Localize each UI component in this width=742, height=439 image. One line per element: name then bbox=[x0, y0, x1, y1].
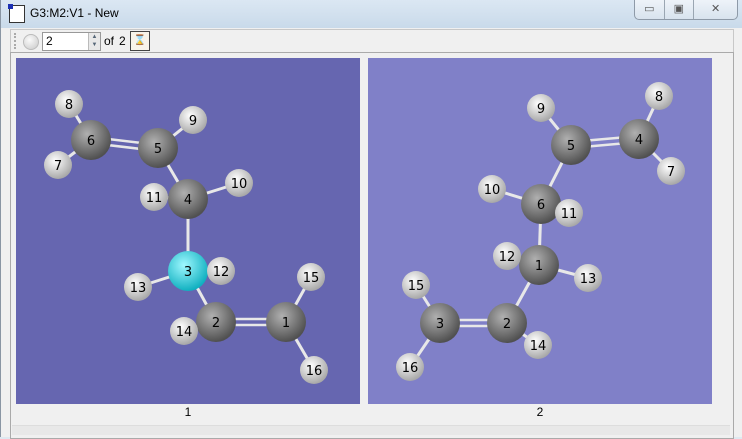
atom-label: 10 bbox=[484, 183, 501, 198]
atom-C-4[interactable]: 4 bbox=[619, 119, 659, 159]
atom-label: 8 bbox=[65, 98, 73, 113]
molecule-index-spinbox[interactable]: ▲▼ bbox=[42, 32, 101, 51]
atom-label: 14 bbox=[176, 325, 193, 340]
atom-label: 3 bbox=[184, 265, 192, 280]
atom-C-6[interactable]: 6 bbox=[521, 184, 561, 224]
minimize-button[interactable]: ▭ bbox=[635, 0, 665, 19]
panel-caption-1: 1 bbox=[184, 405, 192, 419]
atom-label: 5 bbox=[567, 139, 575, 154]
molecule-panel-1[interactable]: 12345678910111213141516 bbox=[16, 58, 360, 404]
atom-H-13[interactable]: 13 bbox=[574, 264, 602, 292]
atom-label: 2 bbox=[503, 317, 511, 332]
atom-label: 6 bbox=[87, 134, 95, 149]
atom-C-5[interactable]: 5 bbox=[138, 128, 178, 168]
atom-label: 9 bbox=[537, 102, 545, 117]
atom-C-2[interactable]: 2 bbox=[487, 303, 527, 343]
atom-label: 11 bbox=[146, 191, 163, 206]
atom-H-12[interactable]: 12 bbox=[493, 242, 521, 270]
atom-C-1[interactable]: 1 bbox=[266, 302, 306, 342]
atom-label: 11 bbox=[561, 207, 578, 222]
atom-label: 14 bbox=[530, 339, 547, 354]
atom-H-9[interactable]: 9 bbox=[527, 94, 555, 122]
atom-H-16[interactable]: 16 bbox=[300, 356, 328, 384]
atom-H-8[interactable]: 8 bbox=[55, 90, 83, 118]
atom-label: 10 bbox=[231, 177, 248, 192]
window-controls: ▭ ▣ ✕ bbox=[634, 0, 738, 20]
atom-label: 1 bbox=[535, 259, 543, 274]
atom-label: 4 bbox=[184, 193, 192, 208]
atom-H-15[interactable]: 15 bbox=[402, 271, 430, 299]
maximize-button[interactable]: ▣ bbox=[665, 0, 695, 19]
atom-label: 2 bbox=[212, 316, 220, 331]
atom-C-5[interactable]: 5 bbox=[551, 125, 591, 165]
atom-label: 9 bbox=[189, 114, 197, 129]
atom-H-11[interactable]: 11 bbox=[140, 183, 168, 211]
atom-label: 8 bbox=[655, 90, 663, 105]
panel-caption-2: 2 bbox=[536, 405, 544, 419]
title-bar: G3:M2:V1 - New ▭ ▣ ✕ bbox=[1, 0, 742, 28]
atom-H-15[interactable]: 15 bbox=[297, 263, 325, 291]
atom-H-14[interactable]: 14 bbox=[524, 331, 552, 359]
atom-H-7[interactable]: 7 bbox=[44, 151, 72, 179]
total-count: 2 bbox=[119, 34, 126, 48]
toolbar-grip[interactable] bbox=[14, 33, 19, 49]
atom-label: 15 bbox=[303, 271, 320, 286]
horizontal-scrollbar[interactable] bbox=[12, 425, 730, 435]
atom-label: 12 bbox=[499, 250, 516, 265]
atom-H-14[interactable]: 14 bbox=[170, 317, 198, 345]
atom-C-4[interactable]: 4 bbox=[168, 179, 208, 219]
atom-label: 1 bbox=[282, 316, 290, 331]
atom-N-3[interactable]: 3 bbox=[168, 251, 208, 291]
animate-button[interactable] bbox=[23, 34, 39, 50]
gaussview-window: G3:M2:V1 - New ▭ ▣ ✕ ▲▼ of 2 ⌛ 123456789… bbox=[0, 0, 742, 439]
atom-label: 3 bbox=[436, 317, 444, 332]
atom-H-7[interactable]: 7 bbox=[657, 157, 685, 185]
atom-H-9[interactable]: 9 bbox=[179, 106, 207, 134]
atom-label: 12 bbox=[213, 265, 230, 280]
atom-H-10[interactable]: 10 bbox=[225, 169, 253, 197]
atom-label: 13 bbox=[580, 272, 597, 287]
atom-H-11[interactable]: 11 bbox=[555, 199, 583, 227]
close-button[interactable]: ✕ bbox=[694, 0, 737, 19]
atom-label: 13 bbox=[130, 281, 147, 296]
molecule-index-input[interactable] bbox=[43, 33, 86, 48]
of-label: of bbox=[104, 34, 115, 48]
tile-view-button[interactable]: ⌛ bbox=[130, 31, 150, 51]
atom-label: 16 bbox=[402, 361, 419, 376]
atom-label: 7 bbox=[667, 165, 675, 180]
atom-C-3[interactable]: 3 bbox=[420, 303, 460, 343]
spin-arrows[interactable]: ▲ ▼ bbox=[88, 33, 100, 50]
atom-H-12[interactable]: 12 bbox=[207, 257, 235, 285]
atom-H-13[interactable]: 13 bbox=[124, 273, 152, 301]
atom-C-1[interactable]: 1 bbox=[519, 245, 559, 285]
atom-H-8[interactable]: 8 bbox=[645, 82, 673, 110]
atom-H-16[interactable]: 16 bbox=[396, 353, 424, 381]
molecule-panel-2[interactable]: 12345678910111213141516 bbox=[368, 58, 712, 404]
atom-label: 6 bbox=[537, 198, 545, 213]
window-title: G3:M2:V1 - New bbox=[30, 6, 119, 20]
atom-label: 4 bbox=[635, 133, 643, 148]
atom-label: 16 bbox=[306, 364, 323, 379]
toolbar: ▲▼ of 2 ⌛ bbox=[10, 29, 734, 53]
atom-C-2[interactable]: 2 bbox=[196, 302, 236, 342]
atom-label: 5 bbox=[154, 142, 162, 157]
app-icon bbox=[8, 4, 25, 23]
atom-H-10[interactable]: 10 bbox=[478, 175, 506, 203]
atom-label: 15 bbox=[408, 279, 425, 294]
atom-C-6[interactable]: 6 bbox=[71, 120, 111, 160]
atom-label: 7 bbox=[54, 159, 62, 174]
